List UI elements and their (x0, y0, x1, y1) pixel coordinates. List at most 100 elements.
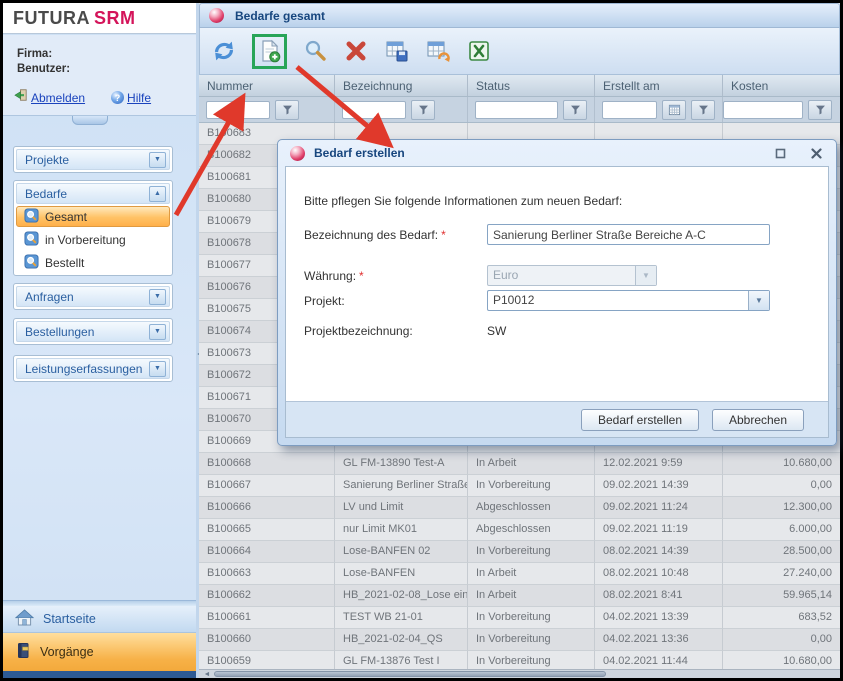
search-list-icon (24, 254, 39, 272)
export-excel-button[interactable] (466, 38, 492, 64)
accordion-leistungserfassungen-header[interactable]: Leistungserfassungen ▼ (16, 358, 170, 379)
table-row[interactable]: B100660HB_2021-02-04_QSIn Vorbereitung04… (199, 629, 840, 651)
table-row[interactable]: B100668GL FM-13890 Test-AIn Arbeit12.02.… (199, 453, 840, 475)
accordion-projekte: Projekte ▼ (13, 146, 173, 173)
search-list-icon (24, 231, 39, 249)
sidebar-item-bestellt[interactable]: Bestellt (16, 252, 170, 273)
maximize-icon[interactable] (772, 145, 788, 161)
benutzer-label: Benutzer: (17, 63, 70, 75)
accordion-leistungserfassungen: Leistungserfassungen ▼ (13, 355, 173, 382)
sidebar-links: Abmelden ? Hilfe (13, 88, 151, 107)
calendar-icon[interactable] (662, 100, 686, 120)
table-cell: TEST WB 21-01 (335, 607, 468, 629)
horizontal-scrollbar[interactable]: ◄ (199, 669, 840, 678)
table-cell: B100665 (199, 519, 335, 541)
reset-grid-layout-button[interactable] (425, 38, 451, 64)
table-cell: 6.000,00 (723, 519, 840, 541)
table-cell: Abgeschlossen (468, 519, 595, 541)
table-cell: 59.965,14 (723, 585, 840, 607)
dialog-body: Bitte pflegen Sie folgende Informationen… (285, 166, 829, 438)
accordion-bedarfe-header[interactable]: Bedarfe ▲ (16, 183, 170, 204)
column-header-bezeichnung[interactable]: Bezeichnung (335, 75, 468, 96)
scrollbar-thumb[interactable] (214, 671, 606, 677)
bezeichnung-input[interactable] (487, 224, 770, 245)
accordion-bestellungen-header[interactable]: Bestellungen ▼ (16, 321, 170, 342)
accordion-anfragen-header[interactable]: Anfragen ▼ (16, 286, 170, 307)
chevron-down-icon[interactable]: ▼ (149, 289, 166, 305)
accordion-bestellungen: Bestellungen ▼ (13, 318, 173, 345)
column-header-kosten[interactable]: Kosten (723, 75, 840, 96)
sidebar-collapse-tab[interactable] (72, 116, 108, 125)
bedarf-erstellen-button[interactable]: Bedarf erstellen (581, 409, 699, 431)
table-cell: GL FM-13876 Test I (335, 651, 468, 669)
filter-input-nummer[interactable] (206, 101, 270, 119)
sidebar-item-startseite[interactable]: Startseite (3, 606, 196, 633)
sidebar-item-in-vorbereitung[interactable]: in Vorbereitung (16, 229, 170, 250)
filter-cell-bezeichnung (335, 97, 468, 122)
filter-input-status[interactable] (475, 101, 558, 119)
bezeichnung-label: Bezeichnung des Bedarf:* (304, 228, 446, 242)
application-window: FUTURA SRM Firma: Benutzer: Abmelden (0, 0, 843, 681)
table-row[interactable]: B100666LV und LimitAbgeschlossen09.02.20… (199, 497, 840, 519)
dialog-title-bar[interactable]: Bedarf erstellen (278, 140, 836, 166)
filter-input-bezeichnung[interactable] (342, 101, 406, 119)
table-row[interactable]: B100664Lose-BANFEN 02In Vorbereitung08.0… (199, 541, 840, 563)
search-list-icon (24, 208, 39, 226)
delete-button[interactable] (343, 38, 369, 64)
required-mark: * (359, 269, 364, 283)
table-cell: 10.680,00 (723, 453, 840, 475)
save-grid-layout-button[interactable] (384, 38, 410, 64)
table-row[interactable]: B100665nur Limit MK01Abgeschlossen09.02.… (199, 519, 840, 541)
chevron-down-icon[interactable]: ▼ (748, 291, 769, 310)
column-header-status[interactable]: Status (468, 75, 595, 96)
table-cell: 0,00 (723, 475, 840, 497)
filter-funnel-icon[interactable] (808, 100, 832, 120)
abbrechen-button[interactable]: Abbrechen (712, 409, 804, 431)
chevron-up-icon[interactable]: ▲ (149, 186, 166, 202)
filter-funnel-icon[interactable] (563, 100, 587, 120)
help-link[interactable]: ? Hilfe (111, 91, 151, 105)
user-info-box: Firma: Benutzer: Abmelden ? Hilfe (3, 35, 196, 116)
accordion-projekte-header[interactable]: Projekte ▼ (16, 149, 170, 170)
panel-title-bar: Bedarfe gesamt (199, 3, 840, 28)
table-row[interactable]: B100661TEST WB 21-01In Vorbereitung04.02… (199, 607, 840, 629)
sidebar-item-vorgaenge[interactable]: Vorgänge (3, 633, 196, 671)
close-icon[interactable] (808, 145, 824, 161)
sidebar: FUTURA SRM Firma: Benutzer: Abmelden (3, 3, 196, 678)
table-row[interactable]: B100663Lose-BANFENIn Arbeit08.02.2021 10… (199, 563, 840, 585)
refresh-button[interactable] (211, 38, 237, 64)
app-sphere-icon (290, 146, 305, 161)
new-bedarf-button[interactable] (257, 38, 283, 64)
chevron-down-icon[interactable]: ▼ (149, 361, 166, 377)
table-cell: B100667 (199, 475, 335, 497)
table-cell: In Vorbereitung (468, 475, 595, 497)
table-cell: nur Limit MK01 (335, 519, 468, 541)
table-cell: LV und Limit (335, 497, 468, 519)
table-cell: B100668 (199, 453, 335, 475)
table-cell: HB_2021-02-08_Lose einze (335, 585, 468, 607)
filter-funnel-icon[interactable] (691, 100, 715, 120)
table-cell: Sanierung Berliner Straße (335, 475, 468, 497)
projekt-label: Projekt: (304, 294, 345, 308)
filter-cell-erstellt-am (595, 97, 723, 122)
projekt-select[interactable]: P10012 ▼ (487, 290, 770, 311)
chevron-down-icon[interactable]: ▼ (149, 152, 166, 168)
scroll-left-icon[interactable]: ◄ (201, 670, 213, 679)
table-header: Nummer Bezeichnung Status Erstellt am Ko… (199, 75, 840, 97)
app-logo: FUTURA SRM (3, 3, 196, 34)
logout-link[interactable]: Abmelden (13, 88, 85, 107)
filter-funnel-icon[interactable] (411, 100, 435, 120)
table-cell: 09.02.2021 11:19 (595, 519, 723, 541)
table-cell: 27.240,00 (723, 563, 840, 585)
table-row[interactable]: B100667Sanierung Berliner StraßeIn Vorbe… (199, 475, 840, 497)
search-button[interactable] (302, 38, 328, 64)
table-row[interactable]: B100659GL FM-13876 Test IIn Vorbereitung… (199, 651, 840, 669)
column-header-erstellt-am[interactable]: Erstellt am (595, 75, 723, 96)
column-header-nummer[interactable]: Nummer (199, 75, 335, 96)
filter-funnel-icon[interactable] (275, 100, 299, 120)
filter-input-kosten[interactable] (723, 101, 803, 119)
chevron-down-icon[interactable]: ▼ (149, 324, 166, 340)
table-row[interactable]: B100662HB_2021-02-08_Lose einzeIn Arbeit… (199, 585, 840, 607)
sidebar-item-gesamt[interactable]: Gesamt (16, 206, 170, 227)
filter-input-erstellt-am[interactable] (602, 101, 657, 119)
